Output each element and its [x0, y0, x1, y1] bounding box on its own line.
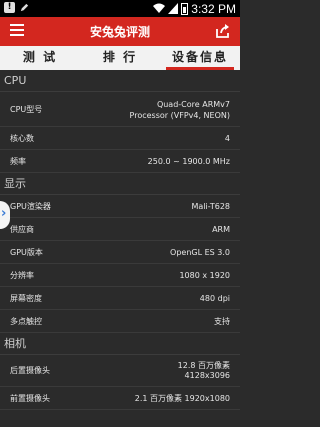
info-value: OpenGL ES 3.0: [170, 248, 230, 257]
tab-bar: 测 试 排 行 设备信息: [0, 46, 240, 70]
info-key: 屏幕密度: [10, 294, 42, 303]
info-key: 供应商: [10, 225, 34, 234]
info-row-cpu-model: CPU型号 Quad-Core ARMv7 Processor (VFPv4, …: [0, 92, 240, 127]
warning-icon: !: [4, 2, 15, 13]
share-icon[interactable]: [215, 23, 231, 39]
info-value: ARM: [212, 225, 230, 234]
info-row-frequency: 频率 250.0 ~ 1900.0 MHz: [0, 150, 240, 173]
info-value: 支持: [214, 317, 230, 326]
info-row-rear-camera: 后置摄像头 12.8 百万像素 4128x3096: [0, 355, 240, 387]
info-row-vendor: 供应商 ARM: [0, 218, 240, 241]
info-row-cores: 核心数 4: [0, 127, 240, 150]
section-display-title: 显示: [0, 173, 240, 195]
info-value: 250.0 ~ 1900.0 MHz: [147, 157, 230, 166]
app-bar: 安兔兔评测: [0, 17, 240, 46]
info-key: GPU渲染器: [10, 202, 51, 211]
info-key: 后置摄像头: [10, 366, 50, 375]
info-key: 分辨率: [10, 271, 34, 280]
info-row-multitouch: 多点触控 支持: [0, 310, 240, 333]
info-key: CPU型号: [10, 105, 43, 114]
tab-ranking[interactable]: 排 行: [80, 46, 160, 70]
info-row-gpu-version: GPU版本 OpenGL ES 3.0: [0, 241, 240, 264]
info-row-density: 屏幕密度 480 dpi: [0, 287, 240, 310]
tab-device-info[interactable]: 设备信息: [160, 46, 240, 70]
info-value: 2.1 百万像素 1920x1080: [134, 394, 230, 403]
info-value: Mali-T628: [191, 202, 230, 211]
info-row-front-camera: 前置摄像头 2.1 百万像素 1920x1080: [0, 387, 240, 410]
edit-pen-icon: [20, 3, 29, 12]
info-value: 1080 x 1920: [179, 271, 230, 280]
info-value: 480 dpi: [199, 294, 230, 303]
signal-icon: [168, 3, 179, 14]
app-title: 安兔兔评测: [89, 25, 150, 39]
status-time: 3:32 PM: [191, 1, 236, 16]
info-key: 频率: [10, 157, 26, 166]
info-key: 前置摄像头: [10, 394, 50, 403]
info-row-resolution: 分辨率 1080 x 1920: [0, 264, 240, 287]
info-key: 多点触控: [10, 317, 42, 326]
system-icons: 3:32 PM: [153, 0, 236, 17]
section-camera-title: 相机: [0, 333, 240, 355]
info-value: 12.8 百万像素 4128x3096: [178, 361, 230, 381]
wifi-icon: [153, 3, 166, 13]
status-bar: ! 3:32 PM: [0, 0, 240, 17]
info-value-line1: 12.8 百万像素: [177, 361, 230, 370]
info-value: 4: [224, 134, 230, 143]
info-row-gpu-renderer: GPU渲染器 Mali-T628: [0, 195, 240, 218]
info-key: 核心数: [10, 134, 34, 143]
battery-icon: [181, 2, 189, 15]
tab-test[interactable]: 测 试: [0, 46, 80, 70]
notification-icons: !: [4, 2, 30, 13]
info-value-line2: 4128x3096: [184, 371, 230, 380]
info-value-line2: Processor (VFPv4, NEON): [129, 111, 230, 120]
info-value-line1: Quad-Core ARMv7: [156, 100, 230, 109]
section-cpu-title: CPU: [0, 70, 240, 92]
info-key: GPU版本: [10, 248, 43, 257]
device-info-list: CPU CPU型号 Quad-Core ARMv7 Processor (VFP…: [0, 70, 240, 410]
info-value: Quad-Core ARMv7 Processor (VFPv4, NEON): [130, 99, 230, 121]
